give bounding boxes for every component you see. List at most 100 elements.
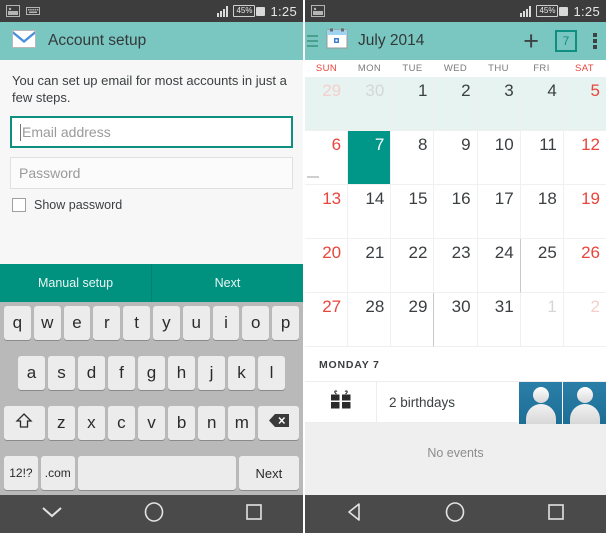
next-button[interactable]: Next — [152, 264, 303, 302]
hide-keyboard-chevron-icon[interactable] — [39, 504, 65, 525]
left-status-notification-icons — [6, 5, 40, 17]
key-k[interactable]: k — [228, 356, 255, 390]
calendar-day-cell[interactable]: 10 — [477, 131, 521, 185]
calendar-day-cell[interactable]: 24 — [477, 239, 521, 293]
calendar-day-cell[interactable]: 9 — [434, 131, 478, 185]
calendar-month-grid[interactable]: 29 30 1 2 3 4 5 6 7 8 9 10 11 12 13 14 15 16 17 18 19 20 21 22 2… — [305, 77, 606, 347]
calendar-day-cell[interactable]: 11 — [520, 131, 564, 185]
key-a[interactable]: a — [18, 356, 45, 390]
key-z[interactable]: z — [47, 406, 75, 440]
today-badge[interactable]: 7 — [555, 30, 577, 52]
weekday-header-row: SUN MON TUE WED THU FRI SAT — [305, 60, 606, 77]
key-f[interactable]: f — [108, 356, 135, 390]
key-q[interactable]: q — [4, 306, 31, 340]
battery-charging-icon — [256, 6, 266, 16]
show-password-row[interactable]: Show password — [10, 198, 293, 212]
calendar-day-cell[interactable]: 30 — [434, 293, 478, 347]
key-j[interactable]: j — [198, 356, 225, 390]
event-row-birthdays[interactable]: 2 birthdays — [305, 381, 606, 424]
calendar-day-number: 21 — [365, 243, 385, 262]
calendar-day-cell[interactable]: 17 — [477, 185, 521, 239]
recents-square-icon[interactable] — [244, 502, 264, 527]
key-b[interactable]: b — [168, 406, 196, 440]
key-c[interactable]: c — [107, 406, 135, 440]
calendar-day-cell[interactable]: 26 — [563, 239, 606, 293]
manual-setup-button[interactable]: Manual setup — [0, 264, 151, 302]
calendar-day-cell[interactable]: 31 — [477, 293, 521, 347]
dotcom-key[interactable]: .com — [40, 456, 75, 490]
calendar-day-cell[interactable]: 5 — [563, 77, 606, 131]
calendar-day-cell[interactable]: 15 — [391, 185, 435, 239]
email-field[interactable]: Email address — [10, 116, 293, 148]
calendar-day-cell[interactable]: 28 — [348, 293, 392, 347]
key-e[interactable]: e — [63, 306, 91, 340]
key-y[interactable]: y — [153, 306, 180, 340]
key-m[interactable]: m — [228, 406, 256, 440]
key-d[interactable]: d — [78, 356, 105, 390]
calendar-day-cell[interactable]: 23 — [434, 239, 478, 293]
calendar-day-cell[interactable]: 3 — [477, 77, 521, 131]
key-p[interactable]: p — [272, 306, 299, 340]
home-circle-icon[interactable] — [143, 501, 165, 528]
calendar-day-cell[interactable]: 19 — [563, 185, 606, 239]
back-triangle-icon[interactable] — [345, 502, 365, 527]
calendar-day-cell[interactable]: 16 — [434, 185, 478, 239]
battery-percent-label: 45% — [536, 5, 559, 17]
key-n[interactable]: n — [198, 406, 226, 440]
calendar-day-cell[interactable]: 22 — [391, 239, 435, 293]
calendar-day-cell[interactable]: 2 — [563, 293, 606, 347]
key-g[interactable]: g — [138, 356, 165, 390]
key-s[interactable]: s — [48, 356, 75, 390]
battery-indicator: 45% — [536, 5, 569, 17]
backspace-key[interactable] — [258, 406, 299, 440]
hamburger-menu-icon[interactable] — [307, 35, 318, 47]
key-t[interactable]: t — [123, 306, 150, 340]
calendar-day-cell[interactable]: 4 — [520, 77, 564, 131]
key-i[interactable]: i — [212, 306, 240, 340]
key-r[interactable]: r — [93, 306, 121, 340]
shift-key[interactable] — [4, 406, 45, 440]
avatar[interactable] — [518, 382, 562, 424]
calendar-day-cell[interactable]: 12 — [563, 131, 606, 185]
gift-icon — [330, 389, 352, 415]
calendar-day-cell[interactable]: 13 — [305, 185, 349, 239]
password-field[interactable]: Password — [10, 157, 293, 189]
calendar-day-cell[interactable]: 1 — [520, 293, 564, 347]
key-v[interactable]: v — [137, 406, 166, 440]
calendar-day-cell[interactable]: 30 — [348, 77, 392, 131]
avatar[interactable] — [562, 382, 606, 424]
key-x[interactable]: x — [77, 406, 105, 440]
calendar-day-cell[interactable]: 14 — [348, 185, 392, 239]
calendar-day-cell[interactable]: 18 — [520, 185, 564, 239]
calendar-day-cell[interactable]: 29 — [391, 293, 435, 347]
calendar-day-cell[interactable]: 21 — [348, 239, 392, 293]
overflow-menu-icon[interactable] — [593, 33, 597, 49]
enter-key[interactable]: Next — [238, 456, 299, 490]
calendar-day-cell[interactable]: 25 — [520, 239, 564, 293]
key-h[interactable]: h — [168, 356, 195, 390]
space-key[interactable] — [77, 456, 236, 490]
key-u[interactable]: u — [182, 306, 210, 340]
calendar-week-row: 13 14 15 16 17 18 19 — [305, 185, 606, 239]
calendar-day-cell[interactable]: 6 — [305, 131, 349, 185]
weekday-sat: SAT — [575, 63, 594, 74]
show-password-checkbox[interactable] — [12, 198, 26, 212]
home-circle-icon[interactable] — [444, 501, 466, 528]
calendar-day-cell[interactable]: 29 — [305, 77, 349, 131]
symbols-key[interactable]: 12!? — [4, 456, 38, 490]
calendar-day-cell[interactable]: 2 — [434, 77, 478, 131]
signal-icon — [217, 5, 229, 17]
no-events-message: No events — [305, 423, 606, 483]
calendar-day-number: 8 — [417, 135, 428, 154]
calendar-day-cell[interactable]: 8 — [391, 131, 435, 185]
calendar-day-cell[interactable]: 7 — [348, 131, 392, 185]
calendar-day-cell[interactable]: 1 — [391, 77, 435, 131]
calendar-day-cell[interactable]: 27 — [305, 293, 349, 347]
on-screen-keyboard[interactable]: q w e r t y u i o p a s d f g h j k l z … — [0, 302, 303, 495]
key-o[interactable]: o — [242, 306, 270, 340]
plus-icon[interactable]: + — [523, 28, 539, 55]
key-w[interactable]: w — [33, 306, 61, 340]
recents-square-icon[interactable] — [546, 502, 566, 527]
calendar-day-cell[interactable]: 20 — [305, 239, 349, 293]
key-l[interactable]: l — [258, 356, 285, 390]
